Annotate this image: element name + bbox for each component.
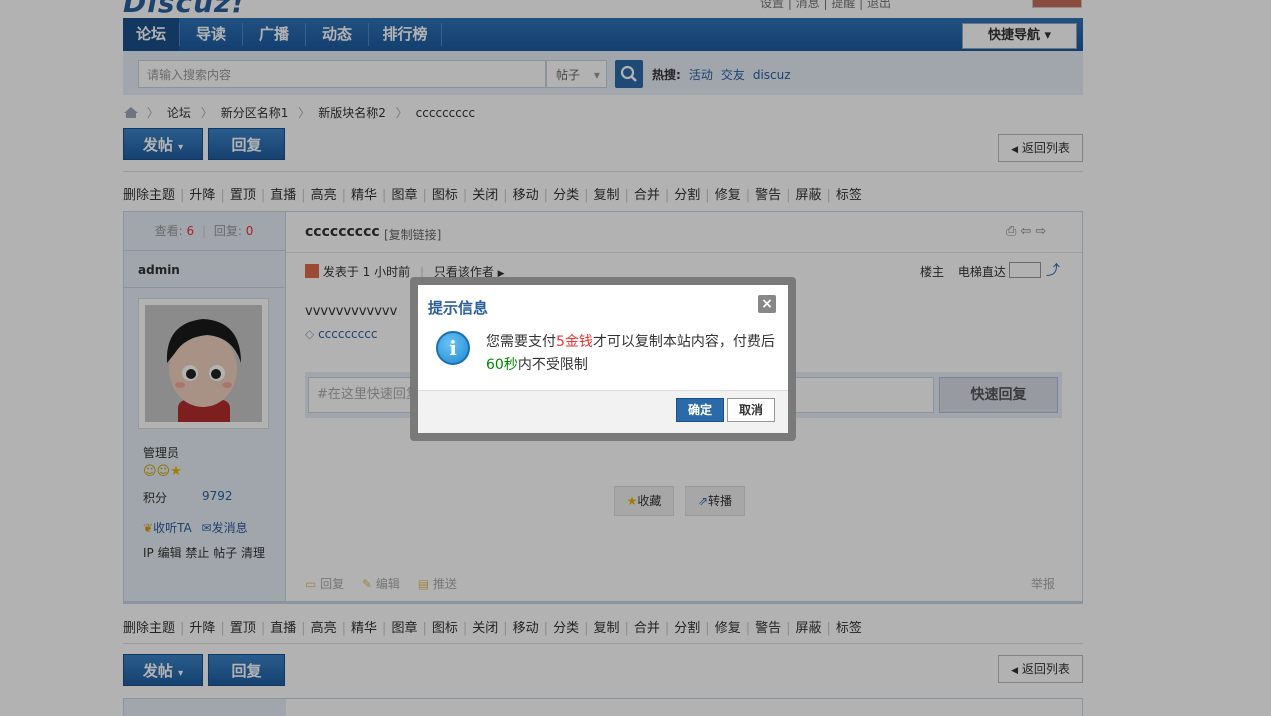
info-icon: i bbox=[436, 331, 470, 365]
cancel-button[interactable]: 取消 bbox=[727, 398, 775, 422]
dialog-title: 提示信息 bbox=[428, 299, 489, 317]
dialog-message: 您需要支付5金钱才可以复制本站内容，付费后60秒内不受限制 bbox=[486, 334, 775, 373]
close-icon[interactable]: × bbox=[758, 295, 776, 313]
confirm-button[interactable]: 确定 bbox=[676, 398, 724, 422]
